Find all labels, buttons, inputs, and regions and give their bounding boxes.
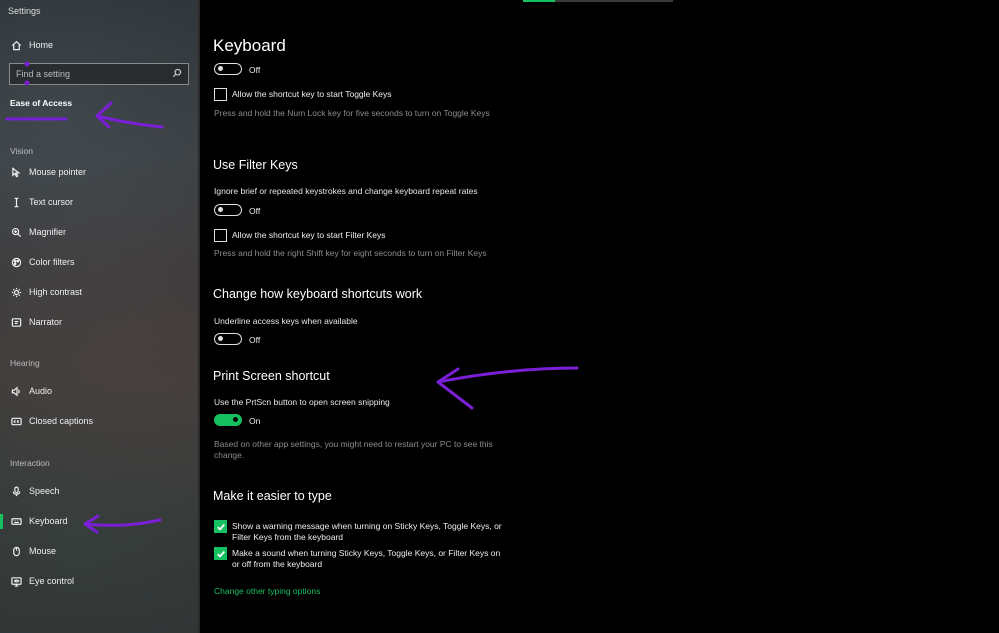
sidebar-item-label: Audio	[29, 386, 53, 396]
sidebar-item-label: Text cursor	[29, 197, 74, 207]
text-cursor-icon	[9, 195, 23, 209]
shortcuts-heading: Change how keyboard shortcuts work	[213, 287, 423, 301]
sidebar-item-magnifier[interactable]: Magnifier	[0, 219, 198, 245]
narrator-icon	[9, 315, 23, 329]
search-input[interactable]	[16, 69, 156, 79]
filter-keys-shortcut-label: Allow the shortcut key to start Filter K…	[232, 230, 386, 240]
sidebar-item-label: Color filters	[29, 257, 75, 267]
filter-keys-switch[interactable]	[214, 204, 242, 216]
sidebar-item-audio[interactable]: Audio	[0, 378, 198, 404]
change-typing-options-link[interactable]: Change other typing options	[214, 586, 320, 596]
home-icon	[9, 38, 23, 52]
print-screen-state: On	[249, 416, 261, 426]
top-scroll-strip	[523, 0, 673, 2]
search-box[interactable]	[9, 63, 189, 85]
sidebar-item-color-filters[interactable]: Color filters	[0, 249, 198, 275]
color-filters-icon	[9, 255, 23, 269]
main-content: Keyboard Off Allow the shortcut key to s…	[200, 0, 999, 633]
category-title: Ease of Access	[10, 98, 73, 108]
sidebar-item-keyboard[interactable]: Keyboard	[0, 508, 198, 534]
mouse-icon	[9, 544, 23, 558]
sidebar-item-label: High contrast	[29, 287, 83, 297]
sidebar-item-label: Narrator	[29, 317, 63, 327]
audio-icon	[9, 384, 23, 398]
filter-keys-heading: Use Filter Keys	[213, 158, 298, 172]
warning-message-label: Show a warning message when turning on S…	[232, 521, 502, 542]
filter-keys-hint: Press and hold the right Shift key for e…	[214, 248, 487, 258]
sidebar-item-label: Mouse pointer	[29, 167, 87, 177]
sidebar-item-mouse[interactable]: Mouse	[0, 538, 198, 564]
checkmark-icon	[216, 523, 225, 531]
sidebar: Settings Home Ease of Access Vision Mous…	[0, 0, 198, 633]
sidebar-item-label: Closed captions	[29, 416, 94, 426]
sidebar-item-closed-captions[interactable]: Closed captions	[0, 408, 198, 434]
app-title: Settings	[8, 6, 41, 16]
mouse-pointer-icon	[9, 165, 23, 179]
print-screen-description: Use the PrtScn button to open screen sni…	[214, 397, 390, 407]
shortcuts-description: Underline access keys when available	[214, 316, 358, 326]
sidebar-item-label: Speech	[29, 486, 60, 496]
make-sound-label: Make a sound when turning Sticky Keys, T…	[232, 548, 501, 569]
high-contrast-icon	[9, 285, 23, 299]
sidebar-item-label: Keyboard	[29, 516, 68, 526]
eye-control-icon	[9, 574, 23, 588]
checkmark-icon	[216, 550, 225, 558]
sidebar-item-narrator[interactable]: Narrator	[0, 309, 198, 335]
print-screen-switch[interactable]	[214, 414, 242, 426]
sidebar-item-label: Mouse	[29, 546, 57, 556]
underline-access-keys-state: Off	[249, 335, 261, 345]
filter-keys-description: Ignore brief or repeated keystrokes and …	[214, 186, 478, 196]
sidebar-item-speech[interactable]: Speech	[0, 478, 198, 504]
toggle-keys-shortcut-checkbox[interactable]	[214, 88, 227, 101]
warning-message-checkbox[interactable]	[214, 520, 227, 533]
print-screen-hint: Based on other app settings, you might n…	[214, 439, 493, 460]
toggle-keys-shortcut-label: Allow the shortcut key to start Toggle K…	[232, 89, 392, 99]
section-hearing: Hearing	[10, 358, 40, 368]
home-nav-item[interactable]: Home	[0, 32, 198, 58]
keyboard-icon	[9, 514, 23, 528]
sidebar-item-eye-control[interactable]: Eye control	[0, 568, 198, 594]
filter-keys-state: Off	[249, 206, 261, 216]
filter-keys-shortcut-checkbox[interactable]	[214, 229, 227, 242]
print-screen-heading: Print Screen shortcut	[213, 369, 330, 383]
microphone-icon	[9, 484, 23, 498]
toggle-keys-switch[interactable]	[214, 63, 242, 75]
toggle-keys-state: Off	[249, 65, 261, 75]
sidebar-item-text-cursor[interactable]: Text cursor	[0, 189, 198, 215]
search-icon[interactable]	[172, 65, 182, 83]
sidebar-item-mouse-pointer[interactable]: Mouse pointer	[0, 159, 198, 185]
home-label: Home	[29, 40, 54, 50]
underline-access-keys-switch[interactable]	[214, 333, 242, 345]
easier-typing-heading: Make it easier to type	[213, 489, 332, 503]
closed-captions-icon	[9, 414, 23, 428]
sidebar-item-label: Magnifier	[29, 227, 67, 237]
sidebar-item-label: Eye control	[29, 576, 75, 586]
magnifier-icon	[9, 225, 23, 239]
section-interaction: Interaction	[10, 458, 50, 468]
toggle-keys-hint: Press and hold the Num Lock key for five…	[214, 108, 490, 118]
sidebar-item-high-contrast[interactable]: High contrast	[0, 279, 198, 305]
section-vision: Vision	[10, 146, 33, 156]
make-sound-checkbox[interactable]	[214, 547, 227, 560]
page-title: Keyboard	[213, 36, 286, 55]
